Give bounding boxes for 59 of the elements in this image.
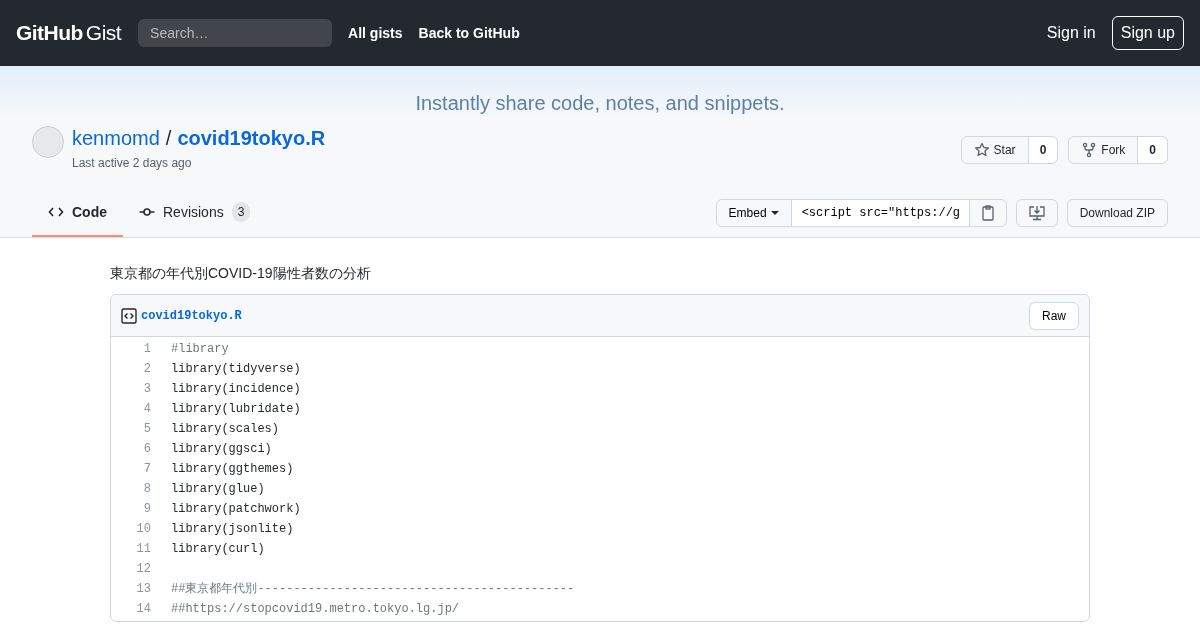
code-line: library(ggthemes)	[171, 461, 294, 478]
code-line: library(incidence)	[171, 381, 301, 398]
code-comment: ##https://stopcovid19.metro.tokyo.lg.jp/	[171, 601, 460, 618]
desktop-download-icon	[1027, 205, 1046, 221]
download-zip-button[interactable]: Download ZIP	[1066, 199, 1168, 227]
fork-icon	[1081, 142, 1098, 158]
code-line: library(patchwork)	[171, 501, 301, 518]
tab[interactable]: Revisions 3	[123, 189, 267, 237]
tab[interactable]: Code	[32, 189, 123, 237]
line-number: 14	[135, 601, 151, 618]
line-number: 10	[135, 521, 151, 538]
line-number: 9	[142, 501, 151, 518]
line-number: 6	[142, 441, 151, 458]
search-field[interactable]: Search…	[138, 19, 333, 47]
code-line: library(glue)	[171, 481, 265, 498]
line-number: 2	[142, 361, 151, 378]
caret-icon	[770, 211, 779, 215]
line-number: 12	[135, 561, 151, 578]
embed-dropdown[interactable]: Embed	[716, 200, 792, 226]
count-link[interactable]: 0	[1028, 137, 1058, 163]
line-number: 13	[135, 581, 151, 598]
clipboard-icon	[980, 205, 995, 221]
embed-field[interactable]: <script src="https://g	[791, 200, 969, 226]
code-line: library(scales)	[171, 421, 280, 438]
code-line: library(lubridate)	[171, 401, 301, 418]
code-comment: #library	[171, 341, 229, 358]
code-line: library(curl)	[171, 541, 265, 558]
code-line: library(jsonlite)	[171, 521, 294, 538]
sign-in-link[interactable]: Sign in	[1046, 21, 1096, 45]
gist-logo[interactable]: GitHubGist	[16, 17, 122, 49]
line-number: 5	[142, 421, 151, 438]
line-number: 4	[142, 401, 151, 418]
line-number: 11	[135, 541, 151, 558]
gist-name-link[interactable]: covid19tokyo.R	[177, 122, 326, 154]
nav-link[interactable]: Back to GitHub	[418, 22, 520, 44]
line-number: 8	[142, 481, 151, 498]
raw-button[interactable]: Raw	[1029, 301, 1079, 330]
line-number: 1	[142, 341, 151, 358]
code-comment: ##東京都年代別--------------------------------------------	[171, 581, 575, 598]
sign-up-button[interactable]: Sign up	[1111, 16, 1184, 50]
star-button[interactable]: Star	[961, 137, 1029, 163]
star-icon	[973, 142, 990, 158]
file-name-link[interactable]: covid19tokyo.R	[141, 306, 242, 325]
copy-button[interactable]	[968, 200, 1006, 226]
code-file-icon	[121, 307, 137, 324]
avatar	[32, 126, 64, 158]
line-number: 7	[142, 461, 151, 478]
owner-link[interactable]: kenmomd	[72, 122, 160, 154]
desktop-download-button[interactable]	[1015, 199, 1058, 227]
last-active-text: Last active 2 days ago	[72, 155, 193, 172]
code-line: library(tidyverse)	[171, 361, 301, 378]
nav-link[interactable]: All gists	[348, 22, 403, 44]
count-link[interactable]: 0	[1138, 137, 1167, 163]
path-separator: /	[165, 126, 172, 151]
tagline: Instantly share code, notes, and snippets.	[414, 91, 786, 116]
line-number: 3	[142, 381, 151, 398]
code-line: library(ggsci)	[171, 441, 272, 458]
revision-count: 3	[231, 202, 251, 222]
gist-description: 東京都の年代別COVID-19陽性者数の分析	[110, 264, 372, 283]
